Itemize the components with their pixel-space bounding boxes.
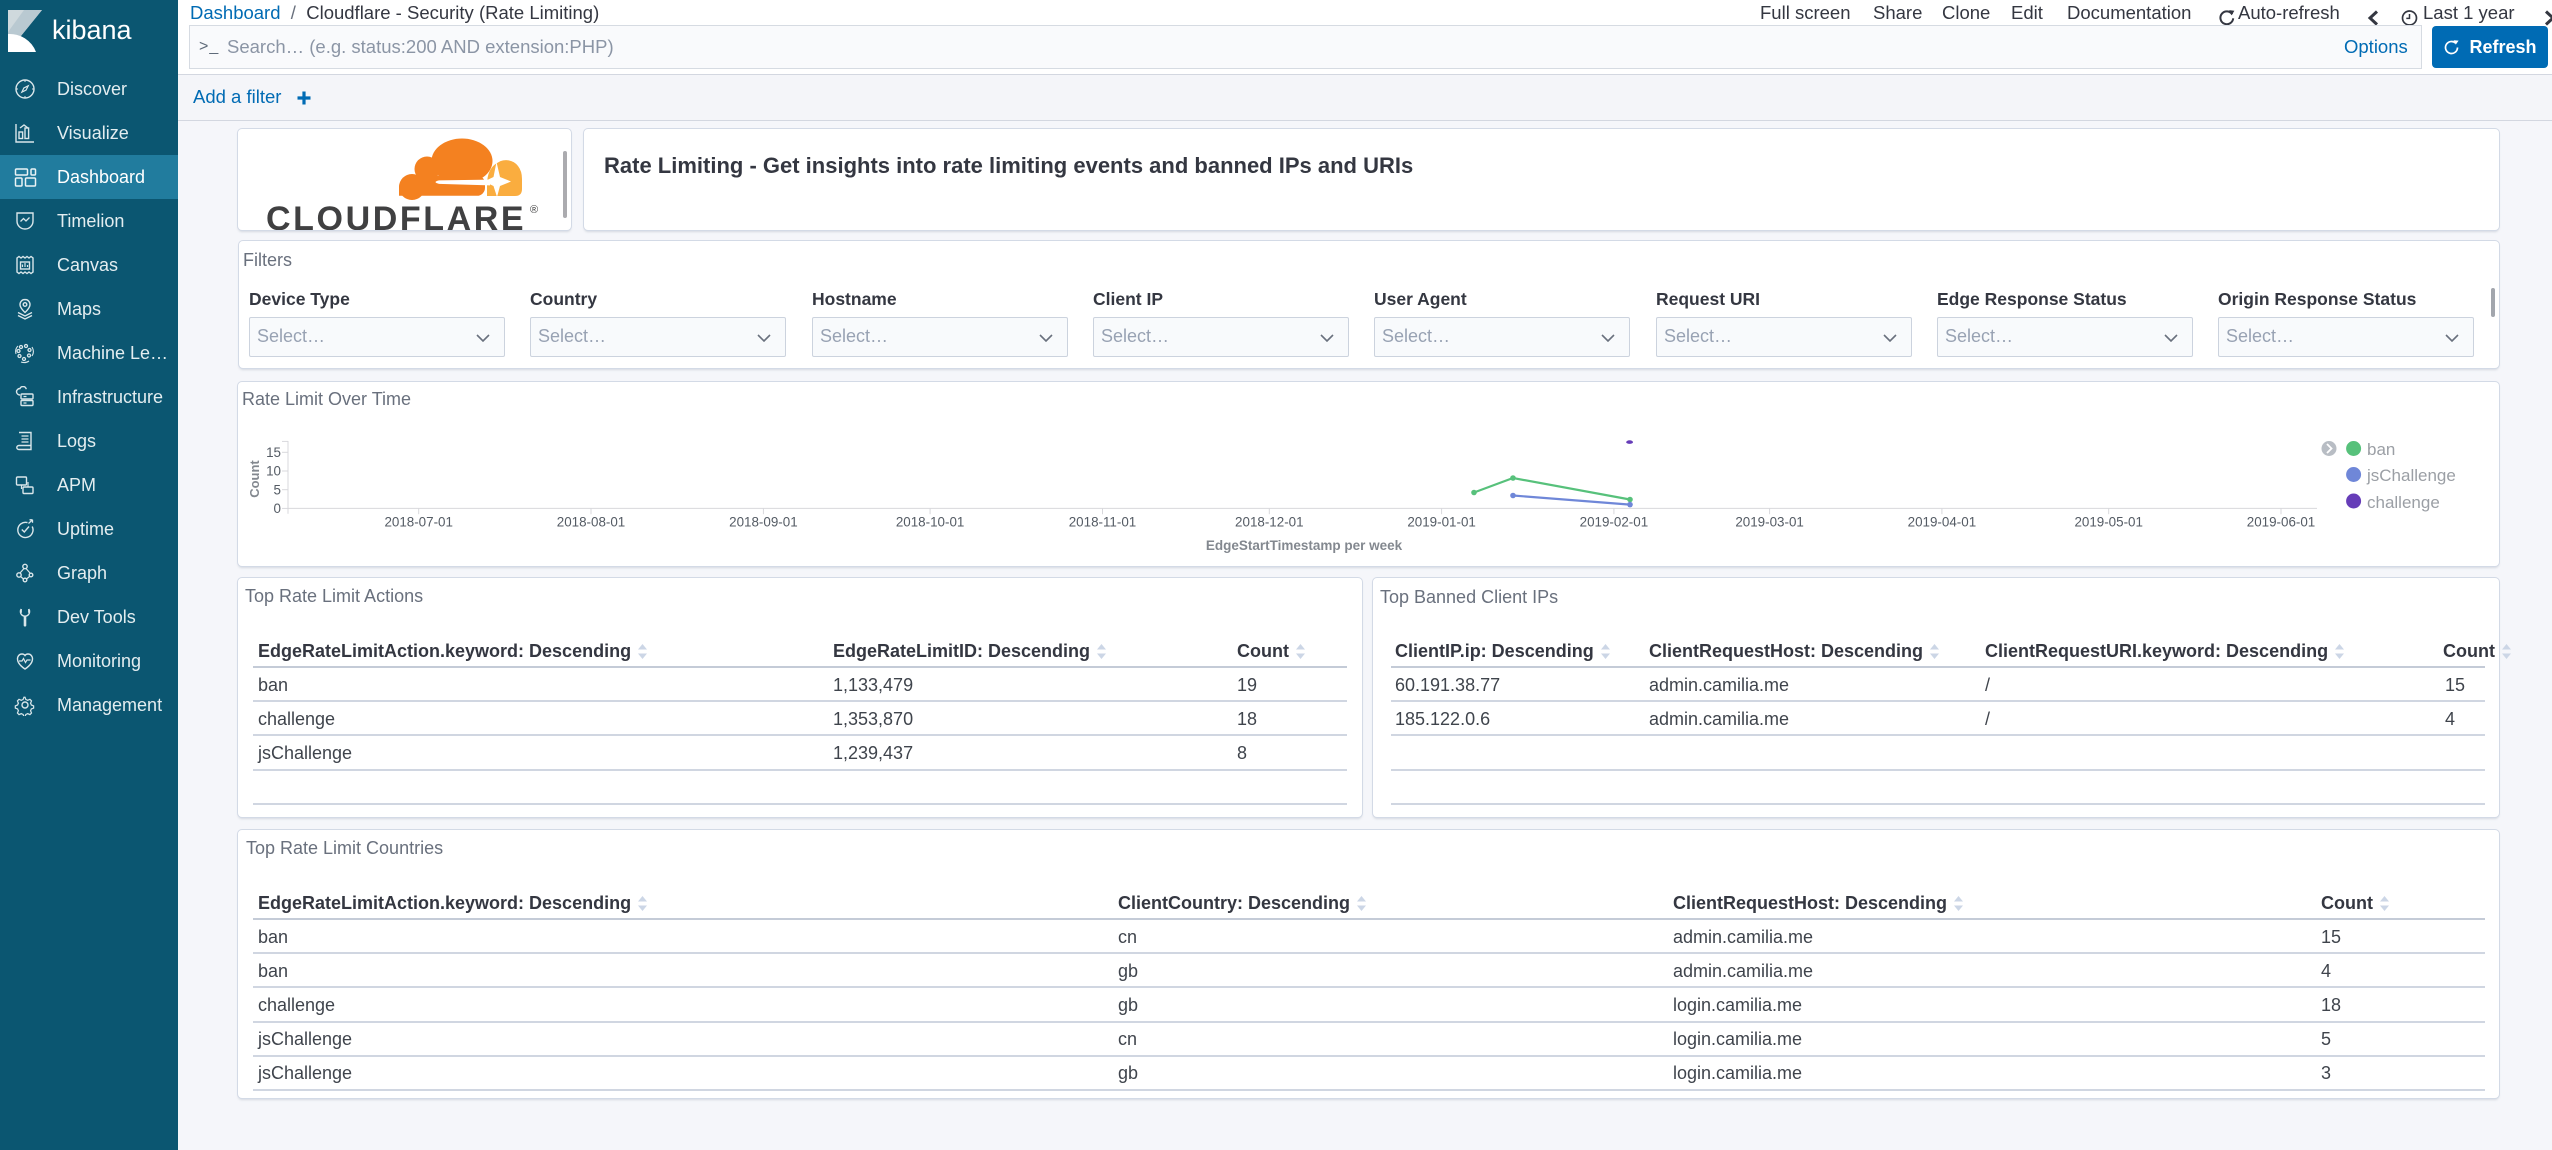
svg-text:2019-03-01: 2019-03-01 <box>1735 515 1804 530</box>
svg-text:5: 5 <box>274 482 281 497</box>
svg-text:2019-02-01: 2019-02-01 <box>1580 515 1649 530</box>
svg-text:10: 10 <box>266 464 281 479</box>
svg-text:2019-04-01: 2019-04-01 <box>1908 515 1977 530</box>
svg-text:2018-10-01: 2018-10-01 <box>896 515 965 530</box>
svg-text:CLOUDFLARE: CLOUDFLARE <box>266 200 526 230</box>
svg-text:®: ® <box>530 204 538 216</box>
svg-text:2018-08-01: 2018-08-01 <box>557 515 626 530</box>
svg-text:2018-12-01: 2018-12-01 <box>1235 515 1304 530</box>
svg-text:0: 0 <box>274 501 281 516</box>
svg-text:2019-01-01: 2019-01-01 <box>1407 515 1476 530</box>
svg-text:Count: Count <box>247 460 262 498</box>
svg-text:2019-06-01: 2019-06-01 <box>2247 515 2316 530</box>
svg-text:2019-05-01: 2019-05-01 <box>2074 515 2143 530</box>
svg-text:2018-09-01: 2018-09-01 <box>729 515 798 530</box>
svg-text:2018-07-01: 2018-07-01 <box>384 515 453 530</box>
svg-text:EdgeStartTimestamp per week: EdgeStartTimestamp per week <box>1206 538 1403 553</box>
svg-text:15: 15 <box>266 445 281 460</box>
svg-text:2018-11-01: 2018-11-01 <box>1069 515 1137 530</box>
